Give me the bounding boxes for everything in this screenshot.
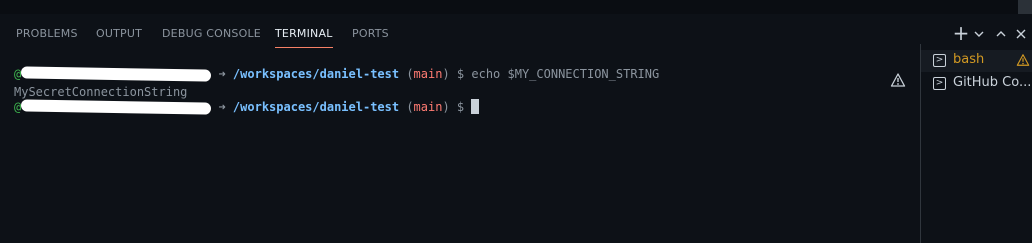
terminal-item-label: bash	[953, 52, 985, 67]
prompt-branch: main	[413, 100, 443, 114]
plus-icon[interactable]: +	[952, 23, 970, 43]
terminal-line-prompt: @ ➜ /workspaces/daniel-test (main) $	[14, 98, 480, 117]
branch-open: (	[399, 100, 414, 114]
terminal-item-label: GitHub Co...	[953, 75, 1032, 90]
prompt-dollar: $	[449, 67, 472, 81]
prompt-user: @	[14, 100, 22, 114]
terminal-icon: >	[933, 54, 946, 67]
panel-tab-bar: PROBLEMS OUTPUT DEBUG CONSOLE TERMINAL P…	[0, 14, 920, 52]
redaction-mark	[21, 66, 212, 82]
tab-debug-console[interactable]: DEBUG CONSOLE	[162, 14, 261, 52]
prompt-branch: main	[413, 67, 443, 81]
prompt-path: /workspaces/daniel-test	[232, 100, 400, 114]
panel-actions: +	[922, 14, 1032, 52]
terminal-item-github-copilot[interactable]: > GitHub Co...	[921, 73, 1032, 95]
branch-open: (	[399, 67, 414, 81]
terminal-line-command: @ ➜ /workspaces/daniel-test (main) $ ech…	[14, 65, 659, 84]
command-output: MySecretConnectionString	[14, 85, 188, 99]
terminal-list: > bash > GitHub Co...	[921, 50, 1032, 243]
chevron-up-icon[interactable]	[992, 26, 1010, 44]
terminal-cursor	[471, 99, 480, 114]
typed-command: echo $MY_CONNECTION_STRING	[471, 67, 660, 81]
branch-close: )	[442, 67, 450, 81]
redaction-mark	[21, 99, 212, 115]
tab-problems[interactable]: PROBLEMS	[16, 14, 78, 52]
terminal-item-bash[interactable]: > bash	[921, 50, 1032, 72]
warning-icon[interactable]	[890, 72, 906, 88]
terminal-output[interactable]: @ ➜ /workspaces/daniel-test (main) $ ech…	[0, 52, 920, 243]
prompt-user: @	[14, 67, 22, 81]
terminal-icon: >	[933, 77, 946, 90]
tab-ports[interactable]: PORTS	[352, 14, 389, 52]
tab-output[interactable]: OUTPUT	[96, 14, 142, 52]
prompt-arrow: ➜	[211, 100, 233, 114]
tab-terminal[interactable]: TERMINAL	[275, 14, 333, 52]
close-icon[interactable]	[1012, 26, 1030, 44]
prompt-path: /workspaces/daniel-test	[232, 67, 400, 81]
warning-icon	[1016, 54, 1030, 66]
prompt-dollar: $	[449, 100, 472, 114]
scrollbar-corner	[1018, 0, 1032, 14]
chevron-down-icon[interactable]	[970, 26, 988, 44]
branch-close: )	[442, 100, 450, 114]
prompt-arrow: ➜	[211, 67, 233, 81]
title-strip	[0, 0, 1032, 14]
